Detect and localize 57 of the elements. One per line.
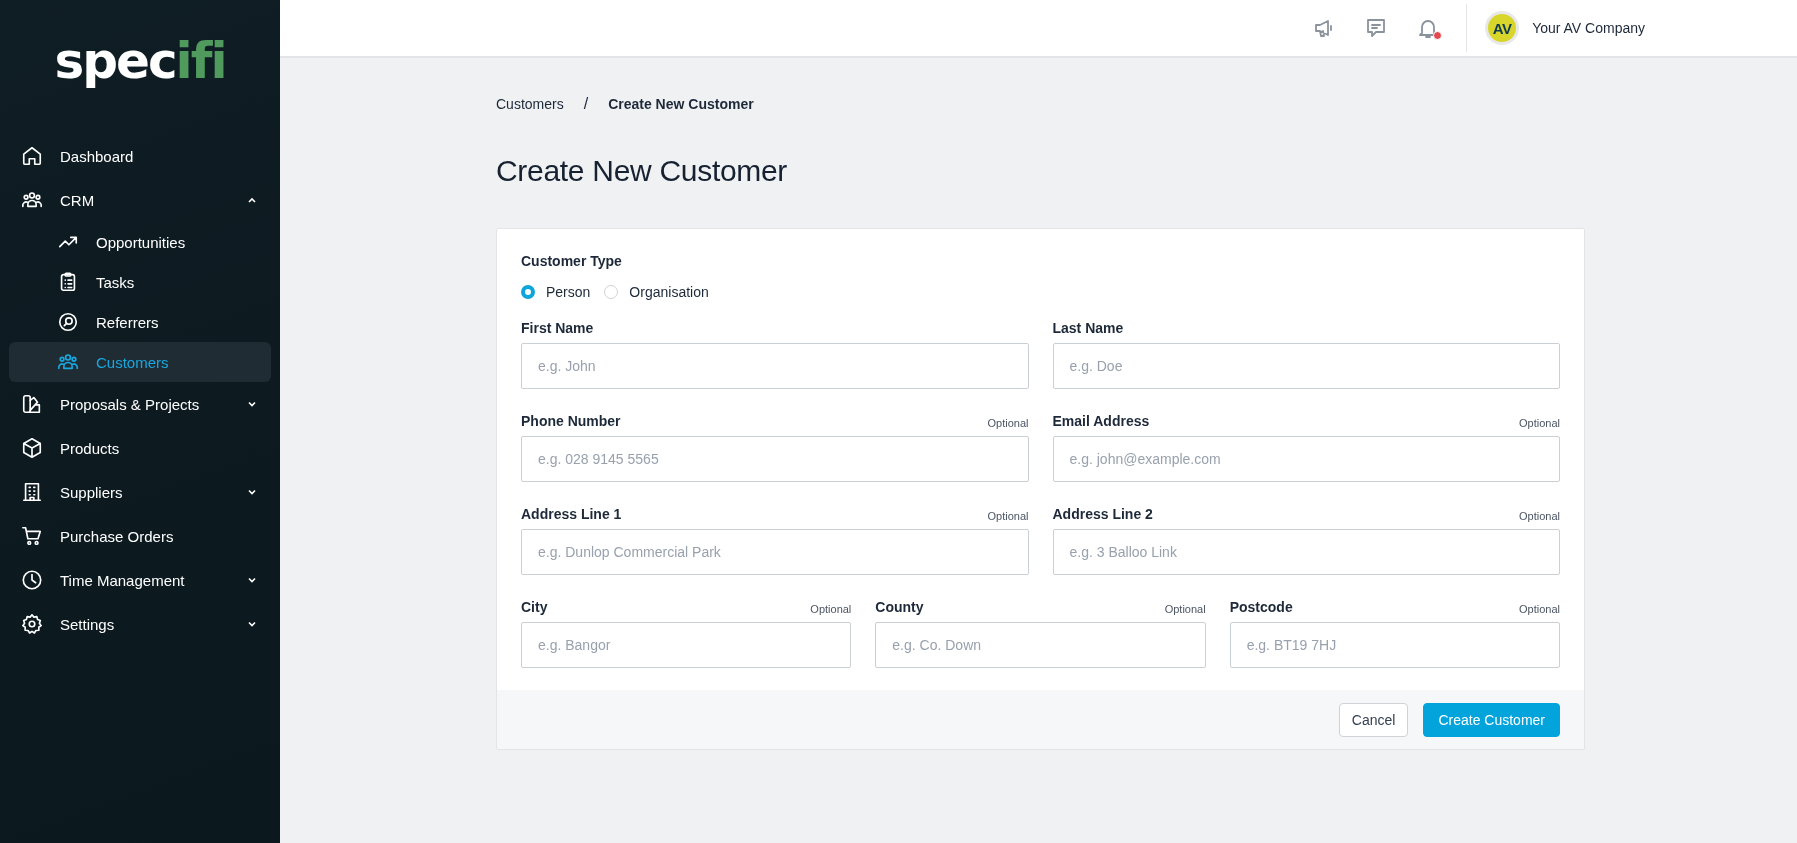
field-label: Email Address [1052, 413, 1150, 429]
sidebar-item[interactable]: Customers [9, 342, 271, 382]
home-icon [21, 145, 43, 167]
sidebar-item[interactable]: Opportunities [9, 222, 271, 262]
optional-note: Optional [810, 603, 852, 615]
breadcrumb-separator: / [583, 95, 589, 113]
page-title: Create New Customer [496, 154, 789, 188]
optional-note: Optional [1519, 510, 1560, 522]
sidebar-item[interactable]: Purchase Orders [9, 514, 271, 558]
optional-note: Optional [987, 417, 1029, 429]
optional-note: Optional [987, 510, 1029, 522]
account-name[interactable]: Your AV Company [1532, 20, 1645, 36]
sidebar-item[interactable]: Dashboard [9, 134, 271, 178]
optional-note: Optional [1164, 603, 1206, 615]
sidebar-item[interactable]: Settings [9, 602, 271, 646]
settings-icon [21, 613, 43, 635]
sidebar-item[interactable]: Proposals & Projects [9, 382, 271, 426]
sidebar-item[interactable]: Products [9, 426, 271, 470]
optional-note: Optional [1519, 603, 1560, 615]
field-label: Phone Number [521, 413, 621, 429]
sidebar-item[interactable]: CRM [9, 178, 271, 222]
building-icon [21, 481, 43, 503]
clock-icon [21, 569, 43, 591]
breadcrumb-link[interactable]: Customers [496, 96, 564, 112]
input-field[interactable]: e.g. 028 9145 5565 [521, 436, 1029, 482]
input-field[interactable]: e.g. Dunlop Commercial Park [521, 529, 1029, 575]
sidebar-item[interactable]: Suppliers [9, 470, 271, 514]
sidebar-item[interactable]: Referrers [9, 302, 271, 342]
avatar[interactable]: AV [1485, 11, 1520, 45]
cancel-button[interactable]: Cancel [1338, 702, 1409, 737]
input-field[interactable]: e.g. BT19 7HJ [1229, 622, 1560, 668]
field-label: Address Line 1 [521, 506, 622, 522]
cube-icon [21, 437, 43, 459]
radio-icon[interactable] [521, 285, 535, 299]
radio-option[interactable]: Person [521, 284, 591, 300]
field-label: County [875, 599, 924, 615]
field-label: Postcode [1229, 599, 1293, 615]
input-field[interactable]: e.g. Co. Down [875, 622, 1206, 668]
field-label: Address Line 2 [1052, 506, 1153, 522]
radio-option[interactable]: Organisation [604, 284, 709, 300]
cart-icon [21, 525, 43, 547]
input-field[interactable]: e.g. Doe [1052, 343, 1560, 389]
breadcrumb-current: Create New Customer [608, 96, 754, 112]
sidebar-item[interactable]: Time Management [9, 558, 271, 602]
search-icon [57, 311, 79, 333]
sidebar-item[interactable]: Tasks [9, 262, 271, 302]
field-label: Customer Type [521, 253, 623, 269]
input-field[interactable]: e.g. John [521, 343, 1029, 389]
field-label: City [521, 599, 548, 615]
input-field[interactable]: e.g. 3 Balloo Link [1052, 529, 1560, 575]
logo: specifi [54, 36, 226, 86]
field-label: Last Name [1052, 320, 1124, 336]
input-field[interactable]: e.g. john@example.com [1052, 436, 1560, 482]
input-field[interactable]: e.g. Bangor [521, 622, 852, 668]
field-label: First Name [521, 320, 594, 336]
swatch-icon [21, 393, 43, 415]
optional-note: Optional [1519, 417, 1560, 429]
